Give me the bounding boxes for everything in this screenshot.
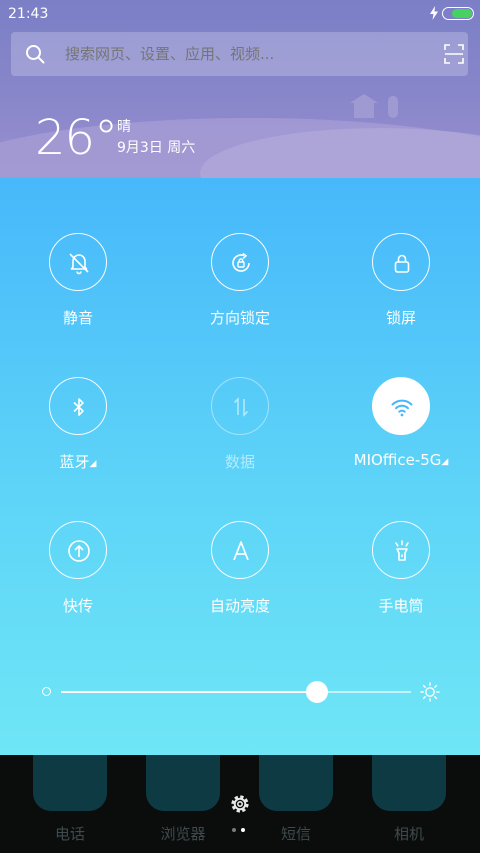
toggle-circle[interactable] — [49, 233, 107, 291]
dock-app-camera[interactable]: 相机 — [364, 755, 454, 853]
toggle-circle[interactable] — [49, 377, 107, 435]
toggle-quick-transfer[interactable]: 快传 — [18, 521, 138, 621]
toggle-lock-screen[interactable]: 锁屏 — [341, 233, 461, 333]
brightness-low-icon — [42, 687, 51, 696]
notification-header: 21:43 26° 晴 9月3日 周六 — [0, 0, 480, 178]
toggle-label: 方向锁定 — [209, 309, 270, 327]
messages-icon[interactable] — [259, 755, 333, 811]
toggle-flashlight[interactable]: 手电筒 — [341, 521, 461, 621]
house-illustration — [350, 94, 378, 118]
quick-transfer-icon — [68, 540, 90, 562]
slider-fill — [61, 691, 317, 693]
weather-date: 9月3日 周六 — [117, 140, 196, 156]
weather-condition: 晴 — [117, 119, 131, 135]
toggle-label: 静音 — [62, 309, 93, 327]
slider-thumb[interactable] — [305, 681, 328, 703]
rotation-lock-icon — [232, 252, 250, 272]
app-label: 相机 — [393, 825, 424, 843]
mobile-data-icon — [233, 397, 249, 417]
toggle-circle[interactable] — [372, 377, 430, 435]
browser-icon[interactable] — [146, 755, 220, 811]
app-label: 短信 — [280, 825, 311, 843]
toggle-label: 锁屏 — [385, 309, 416, 327]
search-input[interactable] — [65, 43, 425, 65]
dock-app-messages[interactable]: 短信 — [251, 755, 341, 853]
toggle-label-text: 蓝牙 — [59, 453, 90, 471]
brightness-slider[interactable] — [40, 680, 440, 704]
toggle-circle[interactable] — [372, 233, 430, 291]
brightness-high-icon — [420, 682, 440, 702]
toggle-label: 数据 — [224, 453, 255, 471]
toggle-label: 手电筒 — [378, 597, 424, 615]
toggle-circle[interactable] — [211, 521, 269, 579]
battery-icon — [442, 7, 474, 20]
toggle-circle[interactable] — [211, 377, 269, 435]
toggle-label: 快传 — [62, 597, 93, 615]
dock-app-browser[interactable]: 浏览器 — [138, 755, 228, 853]
toggle-rotation-lock[interactable]: 方向锁定 — [180, 233, 300, 333]
page-dot — [241, 828, 245, 832]
toggle-wifi[interactable]: MIOffice-5G◢ — [341, 377, 461, 477]
home-dock: 电话 浏览器 短信 相机 — [0, 755, 480, 853]
toggle-label-text: MIOffice-5G — [353, 451, 442, 469]
toggle-mobile-data[interactable]: 数据 — [180, 377, 300, 477]
toggle-label: MIOffice-5G◢ — [321, 451, 480, 469]
toggle-auto-brightness[interactable]: 自动亮度 — [180, 521, 300, 621]
toggle-label: 蓝牙◢ — [0, 451, 158, 472]
toggle-circle[interactable] — [372, 521, 430, 579]
wifi-icon — [391, 399, 413, 417]
camera-icon[interactable] — [372, 755, 446, 811]
search-bar[interactable] — [11, 32, 468, 76]
lock-icon — [394, 254, 410, 273]
toggle-bluetooth[interactable]: 蓝牙◢ — [18, 377, 138, 477]
status-time: 21:43 — [8, 6, 49, 22]
menu-triangle-icon: ◢ — [441, 457, 449, 467]
status-bar: 21:43 — [0, 0, 480, 28]
toggle-circle[interactable] — [49, 521, 107, 579]
menu-triangle-icon: ◢ — [89, 459, 97, 469]
phone-icon[interactable] — [33, 755, 107, 811]
scan-icon[interactable] — [444, 44, 464, 64]
control-center: 静音 方向锁定 锁屏 蓝牙◢ 数据 MIOffice-5G◢ 快传 自动亮度 手… — [0, 178, 480, 755]
page-dot — [232, 828, 236, 832]
page-indicator — [232, 828, 252, 834]
app-label: 浏览器 — [160, 825, 206, 843]
flashlight-icon — [395, 540, 409, 561]
toggle-circle[interactable] — [211, 233, 269, 291]
tree-illustration — [388, 96, 398, 118]
weather-temperature[interactable]: 26° — [35, 110, 118, 166]
toggle-silent[interactable]: 静音 — [18, 233, 138, 333]
charging-icon — [430, 6, 438, 20]
settings-gear-icon[interactable] — [227, 791, 253, 817]
silent-bell-icon — [69, 253, 89, 275]
toggle-label: 自动亮度 — [209, 597, 270, 615]
dock-app-phone[interactable]: 电话 — [25, 755, 115, 853]
app-label: 电话 — [54, 825, 85, 843]
auto-brightness-icon — [233, 541, 249, 561]
bluetooth-icon — [73, 398, 84, 416]
search-icon — [26, 45, 45, 64]
